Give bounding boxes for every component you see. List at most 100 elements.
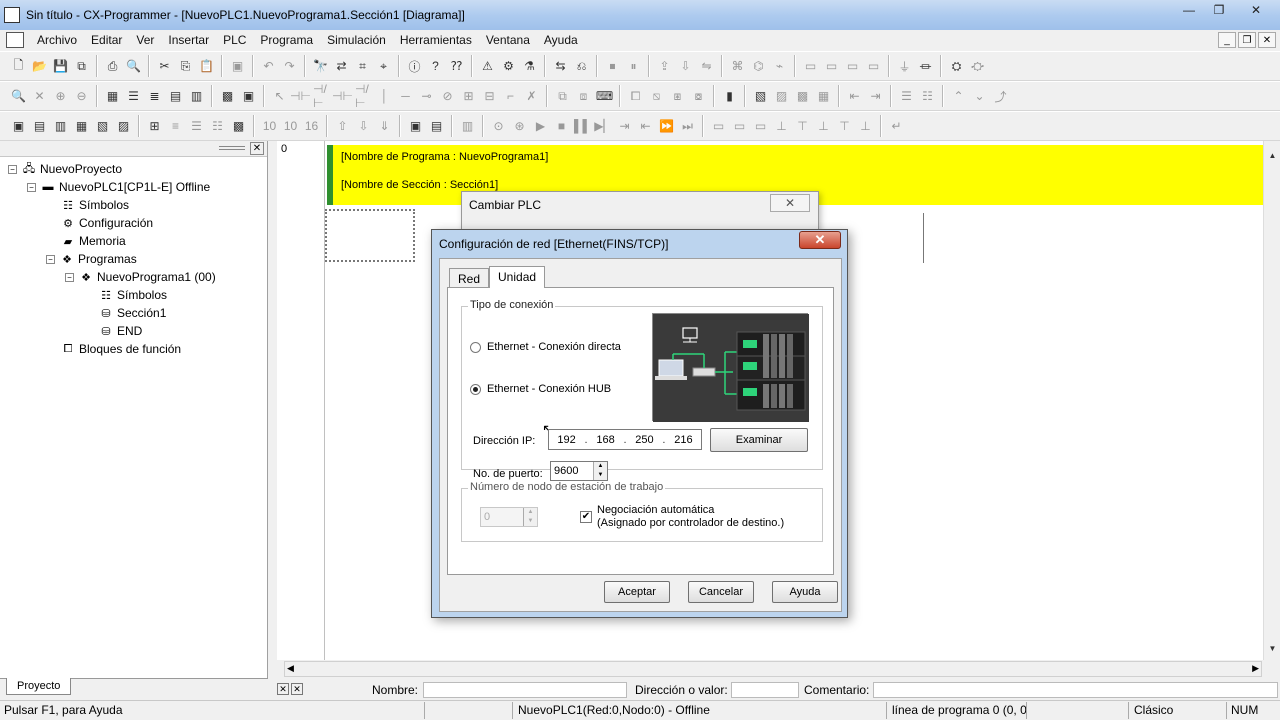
scroll-left-icon[interactable]: ◀ (287, 663, 294, 674)
info-icon[interactable]: ⓘ (406, 58, 423, 75)
coil-icon[interactable]: ⊸ (418, 88, 435, 105)
display-decimal-icon[interactable]: 10 (282, 118, 299, 135)
mnemonic-view-icon[interactable]: ≡ (167, 118, 184, 135)
vertical-scrollbar[interactable]: ▲ ▼ (1263, 141, 1280, 660)
compare-icon[interactable]: ⧉ (73, 58, 90, 75)
window-symbols-icon[interactable]: ▧ (94, 118, 111, 135)
zoom-out-icon[interactable]: ✕ (31, 88, 48, 105)
ip-octet-1[interactable]: 192 (557, 434, 575, 446)
tree-node-function-blocks[interactable]: ⧠ Bloques de función (0, 340, 267, 358)
operating-mode-icon[interactable]: ▥ (459, 118, 476, 135)
zoom-in-icon[interactable]: ⊕ (52, 88, 69, 105)
comment-field[interactable] (873, 682, 1278, 698)
document-icon[interactable] (6, 32, 24, 48)
ip-octet-3[interactable]: 250 (635, 434, 653, 446)
indent-right-icon[interactable]: ⇥ (867, 88, 884, 105)
menu-insertar[interactable]: Insertar (161, 33, 216, 47)
data-trace-icon[interactable]: ⏚ (896, 58, 913, 75)
window-project-icon[interactable]: ▣ (10, 118, 27, 135)
contact-no-icon[interactable]: ⊣⊢ (290, 88, 311, 105)
simulator-settings-icon[interactable]: ⛮ (969, 58, 986, 75)
skip-end-icon[interactable]: ⏭ (679, 118, 696, 135)
tree-node-end[interactable]: ⛁ END (0, 322, 267, 340)
line-connect-icon[interactable]: ⌐ (502, 88, 519, 105)
diagram-view-icon[interactable]: ⊞ (146, 118, 163, 135)
clock-icon[interactable]: ▦ (815, 88, 832, 105)
force-on-icon[interactable]: ▭ (802, 58, 819, 75)
tree-node-symbols[interactable]: ☷ Símbolos (0, 196, 267, 214)
task-view-icon[interactable]: ⊥ (857, 118, 874, 135)
list-icon[interactable]: ≣ (146, 88, 163, 105)
sfc-jump-icon[interactable]: ⤴ (992, 88, 1009, 105)
compile-icon[interactable]: ⚙ (500, 58, 517, 75)
sfc-step-icon[interactable]: ⌃ (950, 88, 967, 105)
run-icon[interactable]: ▶ (532, 118, 549, 135)
return-icon[interactable]: ↵ (888, 118, 905, 135)
set-value-icon[interactable]: ▭ (865, 58, 882, 75)
coil-nc-icon[interactable]: ⊘ (439, 88, 456, 105)
indent-left-icon[interactable]: ⇤ (846, 88, 863, 105)
fb-parameter-icon[interactable]: ⧈ (575, 88, 592, 105)
close-panel-icon[interactable]: ✕ (250, 142, 264, 155)
time-chart-icon[interactable]: ⏛ (917, 58, 934, 75)
tree-node-project[interactable]: − 🖧 NuevoProyecto (0, 160, 267, 178)
name-field[interactable] (423, 682, 627, 698)
go-up-icon[interactable]: ⇧ (334, 118, 351, 135)
instruction-icon[interactable]: ⊞ (460, 88, 477, 105)
scroll-right-icon[interactable]: ▶ (1252, 663, 1259, 674)
address-field[interactable] (731, 682, 799, 698)
scroll-up-icon[interactable]: ▲ (1266, 151, 1279, 165)
pause-icon[interactable]: ⏸ (625, 58, 642, 75)
context-help-icon[interactable]: ⁇ (448, 58, 465, 75)
tab-unidad[interactable]: Unidad (489, 266, 546, 288)
stop-icon[interactable]: ⏹ (604, 58, 621, 75)
address-reference-icon[interactable]: ⌖ (375, 58, 392, 75)
debug-step-icon[interactable]: ⊙ (490, 118, 507, 135)
menu-simulacion[interactable]: Simulación (320, 33, 393, 47)
select-mode-icon[interactable]: ↖ (271, 88, 288, 105)
tree-node-programs[interactable]: − ❖ Programas (0, 250, 267, 268)
vertical-line-icon[interactable]: │ (376, 88, 393, 105)
online-icon[interactable]: ⇆ (552, 58, 569, 75)
online-edit-icon[interactable]: ⌨ (596, 88, 613, 105)
collapse-icon[interactable]: − (46, 254, 55, 264)
properties-icon[interactable]: ▥ (188, 88, 205, 105)
cut-icon[interactable]: ✂ (156, 58, 173, 75)
sfc-view-icon[interactable]: ☷ (209, 118, 226, 135)
ip-octet-2[interactable]: 168 (596, 434, 614, 446)
task-list-icon[interactable]: ⊤ (836, 118, 853, 135)
undo-icon[interactable]: ↶ (260, 58, 277, 75)
mdi-minimize-button[interactable]: _ (1218, 32, 1236, 48)
tree-node-program1[interactable]: − ❖ NuevoPrograma1 (00) (0, 268, 267, 286)
contact-or-icon[interactable]: ⊣⊢ (332, 88, 353, 105)
menu-ver[interactable]: Ver (129, 33, 161, 47)
step-out-icon[interactable]: ⇤ (637, 118, 654, 135)
window-output-icon[interactable]: ▤ (31, 118, 48, 135)
breakpoint-clear-icon[interactable]: ▭ (731, 118, 748, 135)
line-delete-icon[interactable]: ✗ (523, 88, 540, 105)
symbol-table-icon[interactable]: ▩ (219, 88, 236, 105)
scroll-down-icon[interactable]: ▼ (1266, 644, 1279, 658)
maximize-button[interactable]: ❐ (1204, 0, 1234, 20)
io-table-icon[interactable]: ▮ (721, 88, 738, 105)
collapse-icon[interactable]: − (65, 272, 74, 282)
collapse-icon[interactable]: − (8, 164, 17, 174)
window-address-icon[interactable]: ▦ (73, 118, 90, 135)
sfc-transition-icon[interactable]: ⌄ (971, 88, 988, 105)
display-hex-icon[interactable]: 16 (303, 118, 320, 135)
warning-icon[interactable]: ⚠ (479, 58, 496, 75)
scan-once-icon[interactable]: ⊥ (773, 118, 790, 135)
radio-direct-connection[interactable]: Ethernet - Conexión directa (470, 341, 621, 353)
window-watch-icon[interactable]: ▥ (52, 118, 69, 135)
ip-octet-4[interactable]: 216 (674, 434, 692, 446)
close-infobar-icon[interactable]: ✕ (277, 683, 289, 695)
menu-archivo[interactable]: Archivo (30, 33, 84, 47)
display-binary-icon[interactable]: 10 (261, 118, 278, 135)
contact-or-nc-icon[interactable]: ⊣/⊢ (355, 82, 372, 110)
accept-button[interactable]: Aceptar (604, 581, 670, 603)
compare-plc-icon[interactable]: ⇋ (698, 58, 715, 75)
radio-hub-connection[interactable]: Ethernet - Conexión HUB (470, 383, 611, 395)
simulator-icon[interactable]: ⛭ (948, 58, 965, 75)
print-icon[interactable]: ⎙ (104, 58, 121, 75)
fast-forward-icon[interactable]: ⏩ (658, 118, 675, 135)
